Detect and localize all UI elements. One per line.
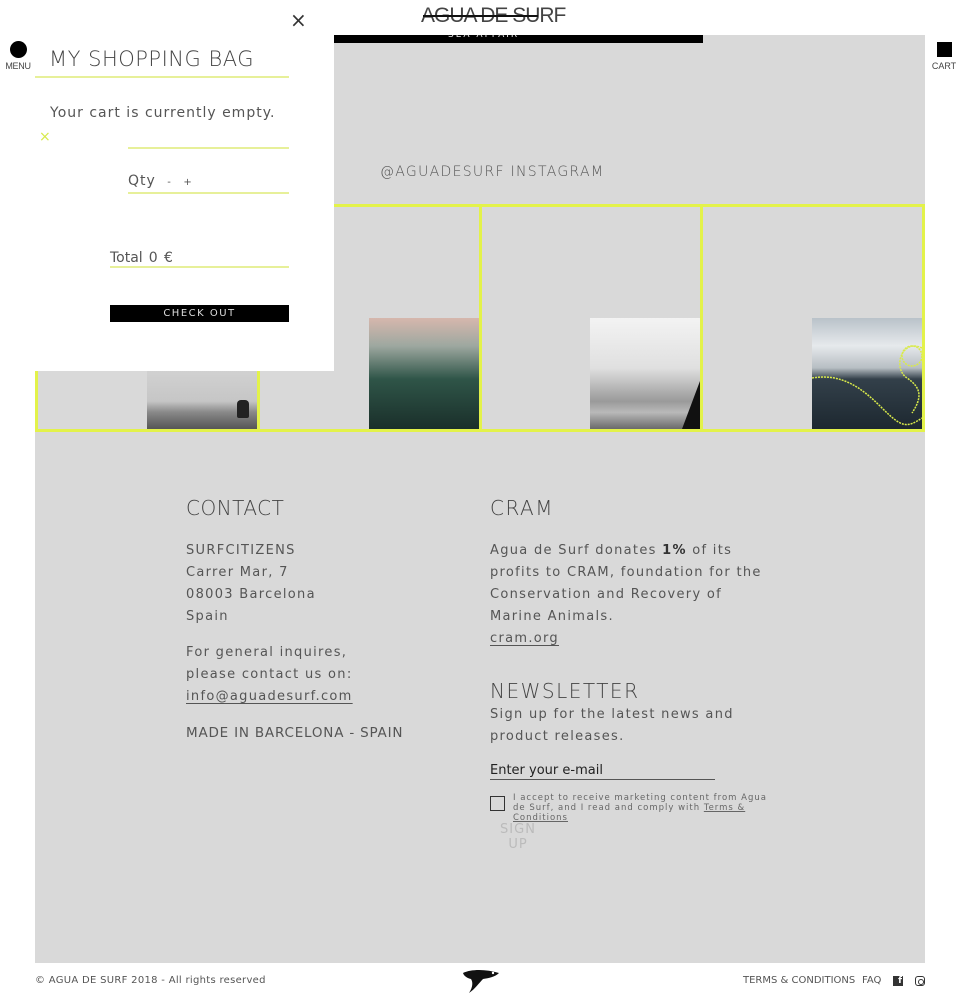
empty-cart-message: Your cart is currently empty.	[50, 105, 276, 121]
faq-link[interactable]: FAQ	[862, 975, 881, 986]
inquiry-text: For general inquires,	[186, 645, 348, 660]
sea-cliff-photo[interactable]	[590, 318, 701, 429]
cram-percent: 1%	[662, 543, 687, 558]
divider	[35, 76, 289, 78]
newsletter-email-input[interactable]	[490, 762, 715, 780]
newsletter-heading: NEWSLETTER	[490, 679, 640, 703]
divider	[128, 147, 289, 149]
bird-logo-icon[interactable]	[461, 967, 501, 995]
rope-overlay	[812, 345, 922, 426]
rock-shape	[236, 400, 249, 418]
cram-description: Agua de Surf donates 1% of its profits t…	[490, 540, 775, 650]
promo-text: SEA AFFAIR	[448, 35, 520, 40]
copyright: © AGUA DE SURF 2018 - All rights reserve…	[35, 975, 266, 986]
city: 08003 Barcelona	[186, 587, 316, 602]
qty-label: Qty	[128, 173, 156, 189]
cart-total: Total 0 €	[110, 250, 174, 266]
instagram-icon[interactable]	[915, 976, 925, 986]
menu-button[interactable]: MENU	[4, 41, 32, 71]
qty-increase-button[interactable]: +	[183, 177, 192, 188]
promo-bar[interactable]: SEA AFFAIR	[334, 35, 703, 43]
cram-link[interactable]: cram.org	[490, 628, 775, 650]
signup-button[interactable]: SIGN UP	[498, 822, 538, 852]
contact-address: SURFCITIZENS Carrer Mar, 7 08003 Barcelo…	[186, 540, 316, 628]
contact-inquiries: For general inquires, please contact us …	[186, 642, 353, 708]
cliff-shape	[682, 381, 701, 429]
menu-label: MENU	[5, 61, 31, 71]
divider	[128, 192, 289, 194]
terms-conditions-link[interactable]: TERMS & CONDITIONS	[743, 975, 855, 986]
newsletter-description: Sign up for the latest news and product …	[490, 707, 734, 744]
quantity-stepper: Qty - +	[128, 173, 193, 189]
checkout-button[interactable]: CHECK OUT	[110, 305, 289, 322]
inquiry-text: please contact us on:	[186, 667, 353, 682]
cram-text: Agua de Surf donates	[490, 543, 663, 558]
country: Spain	[186, 609, 229, 624]
menu-dot-icon	[9, 41, 27, 58]
made-in-label: MADE IN BARCELONA - SPAIN	[186, 725, 404, 741]
cart-square-icon	[936, 42, 952, 57]
sunset-water-photo[interactable]	[368, 318, 479, 429]
divider	[110, 266, 289, 268]
shopping-bag-title: MY SHOPPING BAG	[49, 47, 254, 71]
close-icon[interactable]: ×	[290, 10, 307, 30]
total-value: 0 €	[148, 250, 174, 266]
instagram-tile[interactable]	[482, 207, 704, 429]
cram-heading: CRAM	[490, 496, 554, 520]
contact-email-link[interactable]: info@aguadesurf.com	[186, 686, 353, 708]
contact-heading: CONTACT	[186, 496, 285, 520]
wave-rope-photo[interactable]	[812, 318, 922, 429]
logo-strike-line	[423, 15, 538, 17]
marketing-consent-checkbox[interactable]	[490, 796, 505, 811]
street: Carrer Mar, 7	[186, 565, 289, 580]
cart-button[interactable]: CART	[930, 42, 958, 71]
qty-decrease-button[interactable]: -	[167, 177, 172, 188]
company-name: SURFCITIZENS	[186, 543, 296, 558]
consent-text: I accept to receive marketing content fr…	[513, 793, 773, 823]
remove-item-icon[interactable]: ×	[39, 129, 51, 145]
cart-label: CART	[931, 61, 957, 71]
facebook-icon[interactable]: f	[893, 976, 903, 986]
instagram-title[interactable]: @AGUADESURF INSTAGRAM	[380, 164, 604, 180]
instagram-tile[interactable]	[703, 207, 922, 429]
total-label: Total	[110, 250, 143, 266]
